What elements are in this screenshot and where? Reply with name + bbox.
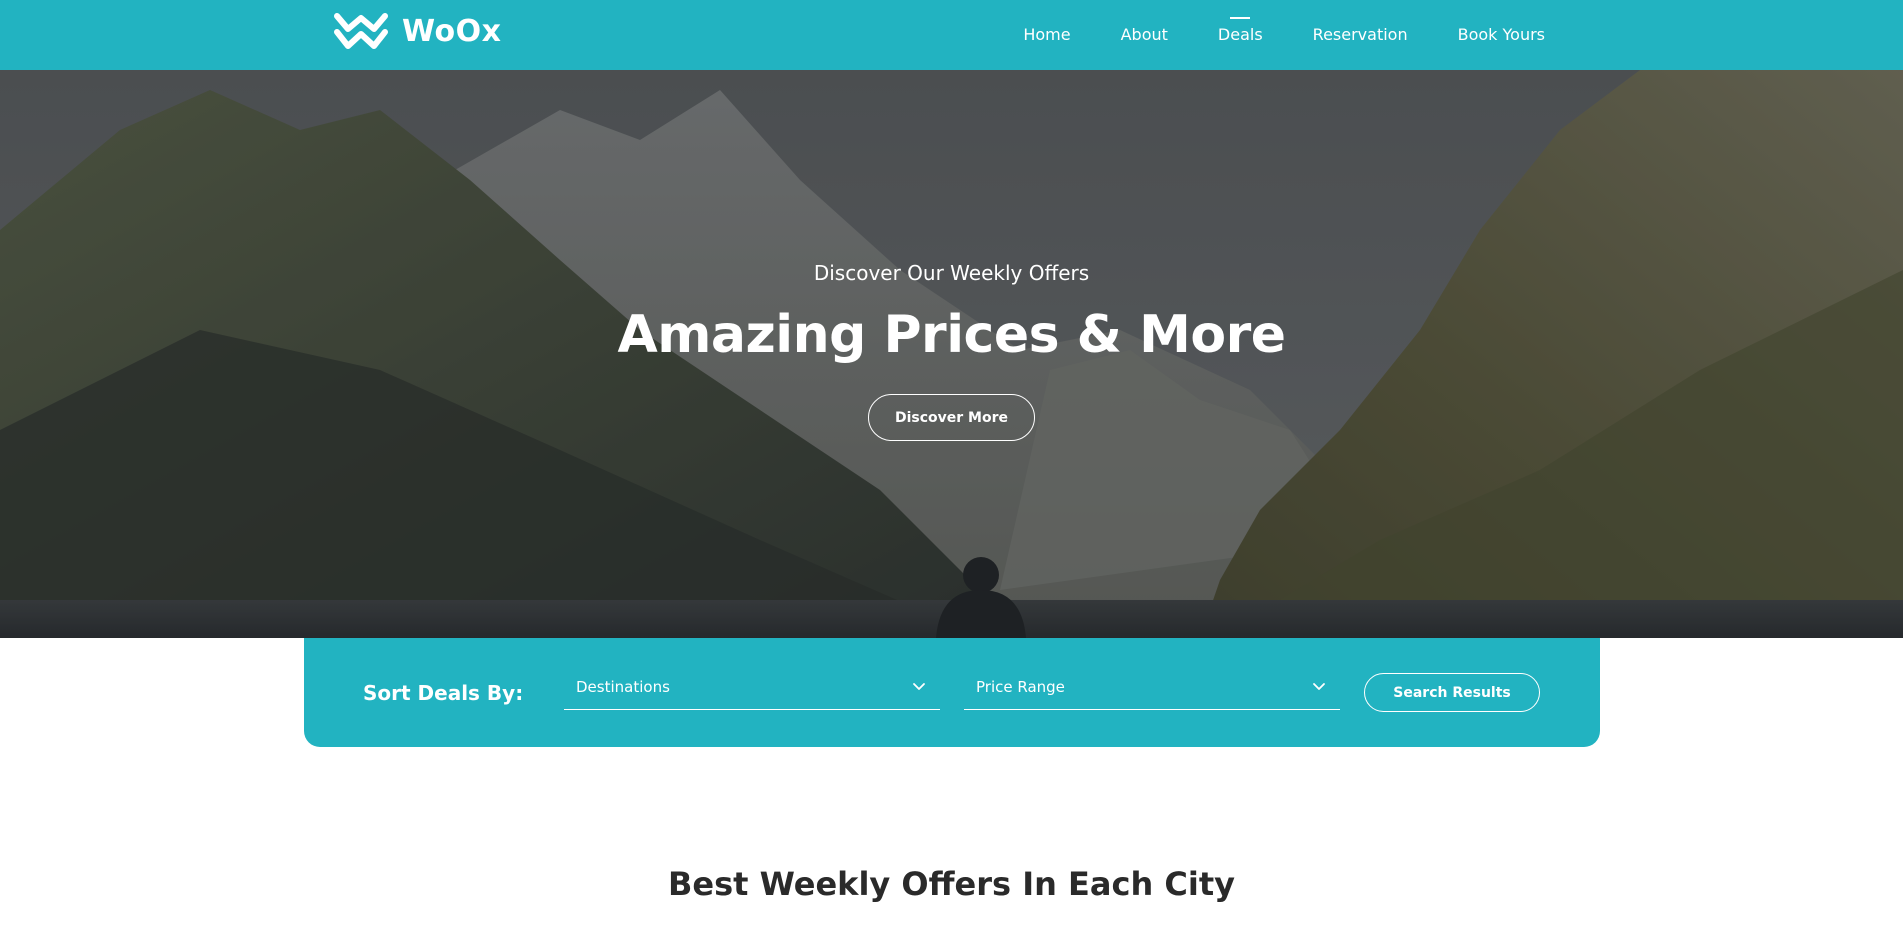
nav-item-book-yours[interactable]: Book Yours bbox=[1458, 0, 1545, 70]
search-results-button[interactable]: Search Results bbox=[1364, 673, 1540, 712]
brand-name: WoOx bbox=[402, 14, 502, 49]
price-range-select[interactable]: Price Range bbox=[964, 670, 1340, 710]
nav-item-home[interactable]: Home bbox=[1023, 0, 1070, 70]
main-nav: Home About Deals Reservation Book Yours bbox=[1023, 0, 1545, 70]
hero-subtitle: Discover Our Weekly Offers bbox=[813, 261, 1090, 285]
deal-search-bar: Sort Deals By: Destinations Price Range … bbox=[304, 638, 1600, 747]
nav-item-about[interactable]: About bbox=[1121, 0, 1168, 70]
nav-item-reservation[interactable]: Reservation bbox=[1313, 0, 1408, 70]
destinations-select[interactable]: Destinations bbox=[564, 670, 940, 710]
chevron-down-icon bbox=[1313, 683, 1325, 690]
sort-deals-label: Sort Deals By: bbox=[363, 681, 524, 705]
double-chevron-w-icon bbox=[334, 13, 388, 49]
hero-banner: Discover Our Weekly Offers Amazing Price… bbox=[0, 70, 1903, 638]
destinations-select-value: Destinations bbox=[576, 678, 670, 696]
chevron-down-icon bbox=[913, 683, 925, 690]
site-header: WoOx Home About Deals Reservation Book Y… bbox=[0, 0, 1903, 70]
hero-title: Amazing Prices & More bbox=[617, 305, 1286, 365]
weekly-offers-heading: Best Weekly Offers In Each City bbox=[668, 865, 1235, 903]
discover-more-button[interactable]: Discover More bbox=[868, 394, 1035, 441]
nav-item-deals[interactable]: Deals bbox=[1218, 0, 1263, 70]
logo[interactable]: WoOx bbox=[334, 12, 502, 52]
price-range-select-value: Price Range bbox=[976, 678, 1065, 696]
